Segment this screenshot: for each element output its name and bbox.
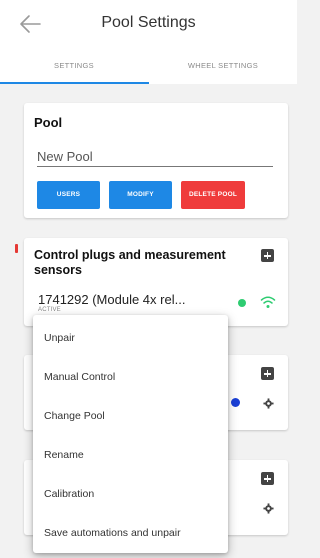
wifi-icon [260,296,276,308]
sensors-card: Control plugs and measurement sensors 17… [24,238,288,326]
menu-item-rename[interactable]: Rename [33,436,228,475]
menu-item-calibration[interactable]: Calibration [33,475,228,514]
error-marker [15,244,18,253]
users-button[interactable]: USERS [37,181,100,209]
sensors-card-title: Control plugs and measurement sensors [34,248,226,277]
page-title: Pool Settings [101,14,196,31]
pool-card-title: Pool [34,115,63,130]
gear-icon[interactable] [263,398,274,409]
tab-wheel-settings[interactable]: WHEEL SETTINGS [149,48,297,84]
device-status-text: ACTIVE [38,307,61,313]
tab-settings[interactable]: SETTINGS [0,48,148,84]
tab-indicator [0,82,149,84]
device-name[interactable]: 1741292 (Module 4x rel... [38,292,185,307]
status-dot-blue [231,398,240,407]
add-icon[interactable] [261,472,274,485]
menu-item-change-pool[interactable]: Change Pool [33,397,228,436]
pool-name-field[interactable]: New Pool [37,147,273,167]
menu-item-unpair[interactable]: Unpair [33,319,228,358]
delete-pool-button[interactable]: DELETE POOL [181,181,245,209]
gear-icon[interactable] [263,503,274,514]
tab-bar: SETTINGS WHEEL SETTINGS [0,48,297,84]
menu-item-save-automations-unpair[interactable]: Save automations and unpair [33,514,228,553]
context-menu: Unpair Manual Control Change Pool Rename… [33,315,228,553]
status-dot-green [238,299,246,307]
pool-card: Pool New Pool USERS MODIFY DELETE POOL [24,103,288,218]
menu-item-manual-control[interactable]: Manual Control [33,358,228,397]
modify-button[interactable]: MODIFY [109,181,172,209]
add-icon[interactable] [261,367,274,380]
add-icon[interactable] [261,249,274,262]
app-bar: Pool Settings [0,0,297,48]
